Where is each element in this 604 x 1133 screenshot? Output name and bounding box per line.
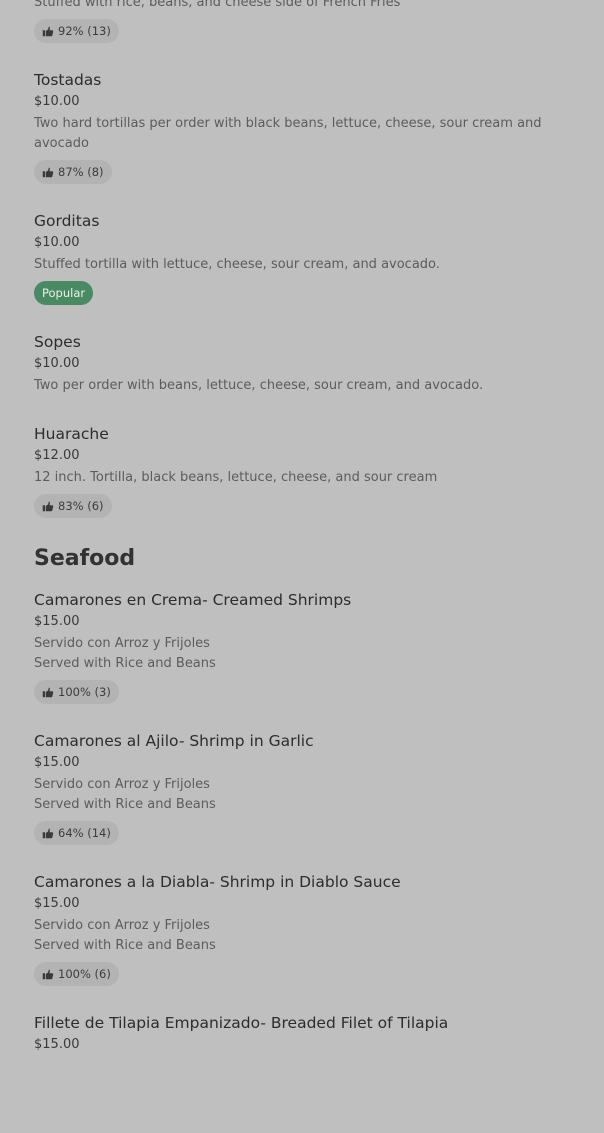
item-price: $15.00 [34,896,80,911]
menu-item[interactable]: Fillete de Tilapia Empanizado- Breaded F… [34,1013,594,1053]
item-price: $15.00 [34,755,80,770]
menu-item[interactable]: Stuffed with rice, beans, and cheese sid… [34,0,594,43]
item-name: Fillete de Tilapia Empanizado- Breaded F… [34,1014,449,1032]
menu-section: Seafood Camarones en Crema- Creamed Shrim… [34,545,594,1053]
item-name: Camarones en Crema- Creamed Shrimps [34,591,352,609]
item-description: Servido con Arroz y Frijoles Served with… [34,918,216,953]
item-price: $10.00 [34,235,80,250]
item-name: Tostadas [34,71,102,89]
item-price: $12.00 [34,448,80,463]
rating-badge: 92% (13) [34,19,119,43]
item-price: $15.00 [34,1037,80,1052]
menu-item[interactable]: Camarones a la Diabla- Shrimp in Diablo … [34,872,594,986]
popular-badge: Popular [34,281,94,305]
menu-item[interactable]: Tostadas $10.00 Two hard tortillas per ord… [34,70,594,184]
item-price: $15.00 [34,614,80,629]
item-description: Stuffed with rice, beans, and cheese sid… [34,0,401,10]
thumbs-up-icon [42,25,54,37]
menu-item[interactable]: Camarones al Ajilo- Shrimp in Garlic $15.… [34,731,594,845]
item-name: Gorditas [34,212,100,230]
item-name: Camarones al Ajilo- Shrimp in Garlic [34,732,314,750]
menu-list: Stuffed with rice, beans, and cheese sid… [34,0,594,1081]
item-description: Two per order with beans, lettuce, chees… [34,378,484,393]
rating-badge: 100% (3) [34,680,119,704]
rating-badge: 100% (6) [34,962,119,986]
rating-badge: 87% (8) [34,160,112,184]
rating-text: 64% (14) [58,826,111,840]
rating-text: 87% (8) [58,165,104,179]
rating-text: 83% (6) [58,499,104,513]
item-description: Servido con Arroz y Frijoles Served with… [34,777,216,812]
item-description: Two hard tortillas per order with black … [34,116,542,151]
menu-item[interactable]: Sopes $10.00 Two per order with beans, let… [34,332,594,396]
menu-section: Stuffed with rice, beans, and cheese sid… [34,0,594,518]
item-name: Huarache [34,425,109,443]
item-price: $10.00 [34,356,80,371]
rating-text: 100% (3) [58,685,111,699]
section-title: Seafood [34,546,136,571]
rating-text: 100% (6) [58,967,111,981]
thumbs-up-icon [42,500,54,512]
rating-badge: 64% (14) [34,821,119,845]
item-description: 12 inch. Tortilla, black beans, lettuce,… [34,470,438,485]
menu-item[interactable]: Huarache $12.00 12 inch. Tortilla, black b… [34,424,594,518]
thumbs-up-icon [42,166,54,178]
thumbs-up-icon [42,827,54,839]
item-description: Stuffed tortilla with lettuce, cheese, s… [34,257,440,272]
item-name: Camarones a la Diabla- Shrimp in Diablo … [34,873,401,891]
item-description: Servido con Arroz y Frijoles Served with… [34,636,216,671]
item-name: Sopes [34,333,81,351]
item-price: $10.00 [34,94,80,109]
thumbs-up-icon [42,968,54,980]
thumbs-up-icon [42,686,54,698]
menu-item[interactable]: Camarones en Crema- Creamed Shrimps $15.0… [34,590,594,704]
rating-text: 92% (13) [58,24,111,38]
menu-item[interactable]: Gorditas $10.00 Stuffed tortilla with lett… [34,211,594,305]
rating-badge: 83% (6) [34,494,112,518]
